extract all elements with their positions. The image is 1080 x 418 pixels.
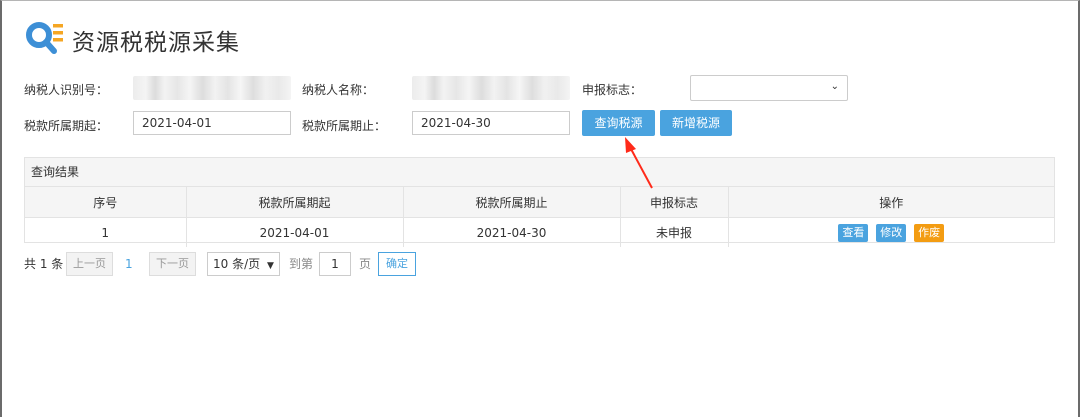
declare-flag-label: 申报标志：	[582, 83, 643, 97]
taxpayer-id-field[interactable]	[133, 76, 291, 100]
column-header-index: 序号	[25, 187, 187, 218]
results-table: 序号 税款所属期起 税款所属期止 申报标志 操作 1 2021-04-01 20…	[25, 187, 1054, 247]
edit-button[interactable]: 修改	[876, 223, 907, 242]
confirm-page-button[interactable]: 确定	[378, 252, 416, 276]
cell-actions: 查看 修改 作废	[728, 218, 1054, 248]
page-size-select[interactable]: 10 条/页 ▼	[207, 252, 280, 276]
column-header-period-start: 税款所属期起	[186, 187, 404, 218]
results-panel: 查询结果 序号 税款所属期起 税款所属期止 申报标志 操作 1 2021-04-…	[24, 157, 1055, 247]
taxpayer-name-field[interactable]	[412, 76, 570, 100]
void-button[interactable]: 作废	[914, 223, 945, 242]
current-page-link[interactable]: 1	[125, 252, 133, 276]
column-header-declare-flag: 申报标志	[620, 187, 729, 218]
goto-label: 到第	[289, 257, 314, 271]
goto-page-input[interactable]: 1	[319, 252, 351, 276]
table-row: 1 2021-04-01 2021-04-30 未申报 查看 修改 作废	[25, 217, 1054, 248]
declare-flag-select[interactable]: ⌄	[690, 75, 848, 101]
query-source-button[interactable]: 查询税源	[582, 110, 655, 136]
page-size-value: 10 条/页	[213, 257, 261, 271]
period-start-label: 税款所属期起：	[24, 119, 109, 133]
add-source-button[interactable]: 新增税源	[660, 110, 732, 136]
results-title: 查询结果	[25, 158, 1054, 187]
column-header-actions: 操作	[728, 187, 1054, 218]
period-end-label: 税款所属期止：	[302, 119, 387, 133]
taxpayer-id-label: 纳税人识别号：	[24, 83, 109, 97]
chevron-down-icon: ⌄	[830, 81, 839, 92]
cell-period-start: 2021-04-01	[186, 217, 404, 247]
cell-declare-flag: 未申报	[620, 217, 729, 247]
next-page-button[interactable]: 下一页	[149, 252, 196, 276]
taxpayer-name-label: 纳税人名称：	[302, 83, 375, 97]
page-header: 资源税税源采集	[24, 20, 240, 60]
cell-index: 1	[25, 217, 187, 247]
view-button[interactable]: 查看	[838, 223, 869, 242]
pager-total: 共 1 条	[24, 257, 64, 271]
column-header-period-end: 税款所属期止	[403, 187, 621, 218]
period-start-input[interactable]: 2021-04-01	[133, 111, 291, 135]
chevron-down-icon: ▼	[266, 261, 274, 271]
page-title: 资源税税源采集	[72, 30, 240, 56]
prev-page-button[interactable]: 上一页	[66, 252, 113, 276]
search-list-icon	[24, 20, 66, 60]
period-end-input[interactable]: 2021-04-30	[412, 111, 570, 135]
cell-period-end: 2021-04-30	[403, 217, 621, 247]
page-unit-label: 页	[359, 257, 372, 271]
